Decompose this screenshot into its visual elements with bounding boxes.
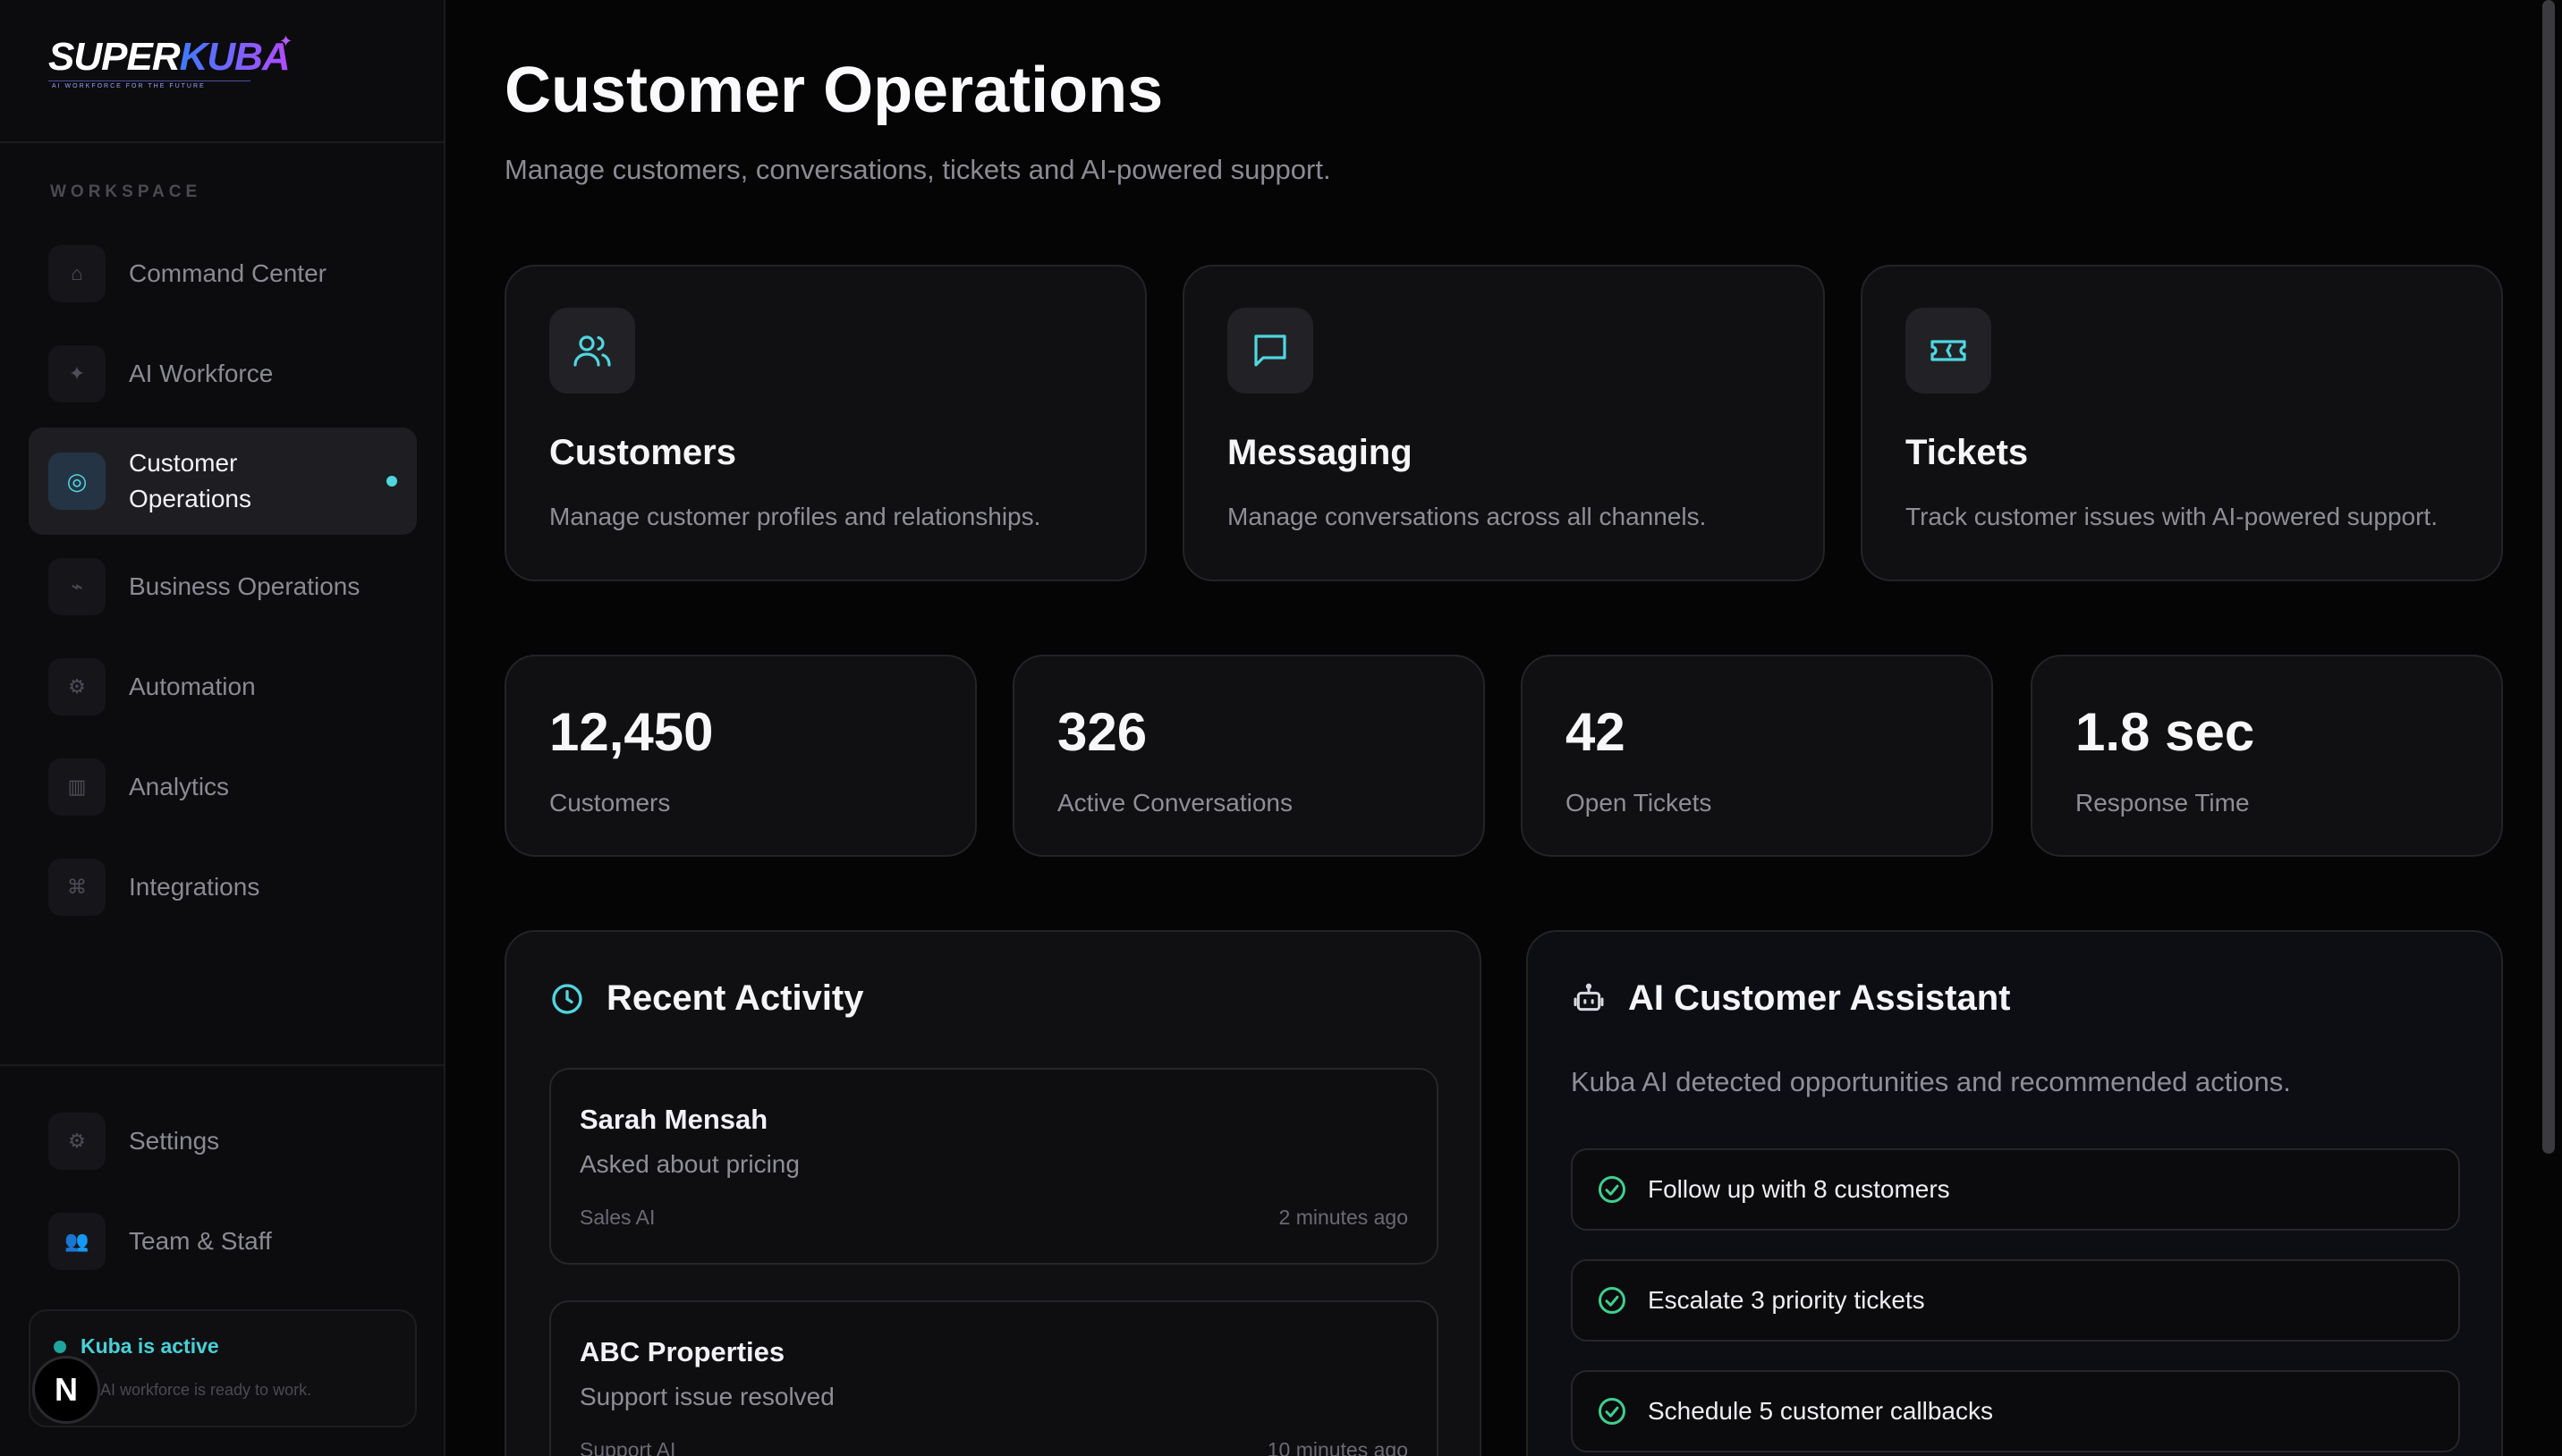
sidebar-item-label: AI Workforce <box>129 360 274 387</box>
sidebar-divider <box>0 1064 445 1066</box>
sidebar-item-customer-operations[interactable]: ◎ Customer Operations <box>29 427 417 535</box>
stat-label: Response Time <box>2075 789 2250 817</box>
page-subtitle: Manage customers, conversations, tickets… <box>505 154 1331 185</box>
logo-text-part2: KUBA <box>179 35 291 79</box>
gear-icon: ⚙ <box>48 1113 106 1170</box>
panel-title: AI Customer Assistant <box>1628 978 2011 1018</box>
sidebar-item-label: Automation <box>129 673 256 700</box>
users-icon <box>549 308 635 394</box>
page-title: Customer Operations <box>505 55 1164 126</box>
users-icon: 👥 <box>48 1213 106 1270</box>
sidebar-item-label: Command Center <box>129 259 327 287</box>
status-dot <box>54 1340 66 1353</box>
status-title: Kuba is active <box>81 1334 219 1358</box>
target-icon: ◎ <box>48 453 106 510</box>
stat-card-customers: 12,450 Customers <box>505 655 977 857</box>
feature-description: Manage conversations across all channels… <box>1227 503 1707 530</box>
clock-icon <box>552 983 582 1014</box>
recommendation-item[interactable]: Schedule 5 customer callbacks <box>1571 1370 2460 1452</box>
main-content: Customer Operations Manage customers, co… <box>447 0 2541 1456</box>
ai-assistant-description: Kuba AI detected opportunities and recom… <box>1571 1066 2291 1097</box>
ai-assistant-panel: AI Customer Assistant Kuba AI detected o… <box>1526 930 2503 1456</box>
robot-icon <box>1574 983 1604 1011</box>
recommendation-item[interactable]: Follow up with 8 customers <box>1571 1148 2460 1231</box>
activity-description: Asked about pricing <box>580 1150 800 1178</box>
stat-value: 326 <box>1057 702 1148 762</box>
pulse-icon: ⌁ <box>48 558 106 615</box>
ticket-icon <box>1905 308 1991 394</box>
command-icon: ⌘ <box>48 859 106 916</box>
sidebar-item-label: Business Operations <box>129 572 361 600</box>
activity-time: 10 minutes ago <box>1267 1438 1408 1456</box>
feature-title: Tickets <box>1905 433 2029 472</box>
stat-value: 12,450 <box>549 702 714 762</box>
sidebar-item-team-staff[interactable]: 👥 Team & Staff <box>29 1198 417 1284</box>
feature-title: Messaging <box>1227 433 1412 472</box>
stat-label: Open Tickets <box>1565 789 1712 817</box>
messaging-feature-card[interactable]: Messaging Manage conversations across al… <box>1183 265 1825 581</box>
check-circle-icon <box>1599 1176 1625 1203</box>
sidebar-item-label: Customer Operations <box>129 449 251 512</box>
stat-label: Customers <box>549 789 671 817</box>
spark-icon: ✦ <box>279 32 293 50</box>
message-icon <box>1227 308 1313 394</box>
logo-text-part1: SUPER <box>48 35 181 79</box>
stat-card-response-time: 1.8 sec Response Time <box>2031 655 2503 857</box>
check-circle-icon <box>1599 1287 1625 1314</box>
n-badge-button[interactable]: N <box>32 1356 100 1424</box>
gear-icon: ⚙ <box>48 658 106 715</box>
activity-source: Support AI <box>580 1438 676 1456</box>
recent-activity-panel: Recent Activity Sarah Mensah Asked about… <box>505 930 1481 1456</box>
recommendation-label: Schedule 5 customer callbacks <box>1648 1397 1993 1425</box>
activity-description: Support issue resolved <box>580 1383 835 1410</box>
sidebar-divider <box>0 141 445 143</box>
stat-card-open-tickets: 42 Open Tickets <box>1521 655 1993 857</box>
tickets-feature-card[interactable]: Tickets Track customer issues with AI-po… <box>1861 265 2503 581</box>
sidebar-item-label: Team & Staff <box>129 1227 272 1255</box>
panel-title: Recent Activity <box>607 978 864 1018</box>
recommendation-label: Escalate 3 priority tickets <box>1648 1286 1925 1314</box>
sidebar-item-automation[interactable]: ⚙ Automation <box>29 644 417 730</box>
activity-item[interactable]: Sarah Mensah Asked about pricing Sales A… <box>549 1068 1438 1265</box>
home-icon: ⌂ <box>48 245 106 302</box>
sidebar-item-label: Analytics <box>129 773 230 800</box>
active-indicator-dot <box>386 476 397 487</box>
workspace-label: WORKSPACE <box>50 182 202 201</box>
sidebar-item-analytics[interactable]: ▥ Analytics <box>29 744 417 830</box>
check-circle-icon <box>1599 1398 1625 1425</box>
activity-name: ABC Properties <box>580 1336 785 1367</box>
customers-feature-card[interactable]: Customers Manage customer profiles and r… <box>505 265 1147 581</box>
activity-time: 2 minutes ago <box>1278 1206 1408 1229</box>
sidebar-item-command-center[interactable]: ⌂ Command Center <box>29 231 417 317</box>
sidebar-item-ai-workforce[interactable]: ✦ AI Workforce <box>29 331 417 417</box>
sidebar-item-settings[interactable]: ⚙ Settings <box>29 1098 417 1184</box>
chart-icon: ▥ <box>48 758 106 816</box>
feature-title: Customers <box>549 433 736 472</box>
activity-item[interactable]: ABC Properties Support issue resolved Su… <box>549 1300 1438 1456</box>
sidebar-item-business-operations[interactable]: ⌁ Business Operations <box>29 544 417 630</box>
feature-description: Track customer issues with AI-powered su… <box>1905 503 2438 530</box>
stat-value: 42 <box>1565 702 1625 762</box>
stat-label: Active Conversations <box>1057 789 1294 817</box>
sidebar-item-label: Integrations <box>129 873 260 901</box>
feature-description: Manage customer profiles and relationshi… <box>549 503 1041 530</box>
stat-value: 1.8 sec <box>2075 702 2255 762</box>
sidebar-item-label: Settings <box>129 1127 220 1155</box>
activity-source: Sales AI <box>580 1206 656 1229</box>
stat-card-active-conversations: 326 Active Conversations <box>1013 655 1485 857</box>
recommendation-item[interactable]: Escalate 3 priority tickets <box>1571 1259 2460 1342</box>
activity-name: Sarah Mensah <box>580 1104 768 1135</box>
logo-tagline: AI WORKFORCE FOR THE FUTURE <box>48 80 250 89</box>
sparkle-icon: ✦ <box>48 345 106 402</box>
brand-logo[interactable]: SUPERKUBA ✦ AI WORKFORCE FOR THE FUTURE <box>48 32 299 95</box>
sidebar: SUPERKUBA ✦ AI WORKFORCE FOR THE FUTURE … <box>0 0 445 1456</box>
page-scrollbar[interactable] <box>2542 0 2555 1154</box>
status-subtitle: AI workforce is ready to work. <box>100 1381 312 1399</box>
sidebar-item-integrations[interactable]: ⌘ Integrations <box>29 844 417 930</box>
recommendation-label: Follow up with 8 customers <box>1648 1175 1950 1203</box>
